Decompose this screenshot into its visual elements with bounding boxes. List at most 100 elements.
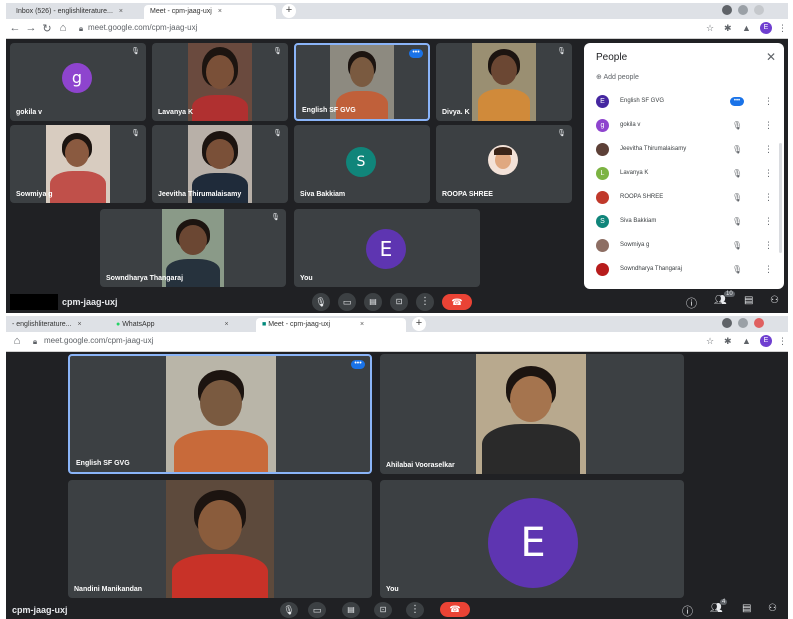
- scrollbar[interactable]: [779, 143, 782, 253]
- participant-tile[interactable]: S Siva Bakkiam: [294, 125, 430, 203]
- mic-off-icon: 🎙︎: [732, 217, 743, 226]
- maximize-icon[interactable]: [738, 5, 748, 15]
- participant-row[interactable]: Sowmiya g 🎙︎ ⋮: [592, 235, 778, 259]
- more-options-icon[interactable]: ⋮: [764, 144, 773, 155]
- star-icon[interactable]: ☆: [706, 336, 714, 347]
- more-options-icon[interactable]: ⋮: [764, 168, 773, 179]
- participant-name: Nandini Manikandan: [74, 586, 143, 593]
- close-icon[interactable]: ×: [360, 321, 364, 328]
- present-button[interactable]: ⊡: [390, 293, 408, 311]
- more-options-icon[interactable]: ⋮: [764, 120, 773, 131]
- close-icon[interactable]: ×: [218, 8, 222, 15]
- more-options-icon[interactable]: ⋮: [764, 264, 773, 275]
- video-feed: [46, 125, 110, 203]
- menu-kebab-icon[interactable]: ⋮: [778, 23, 787, 34]
- star-icon[interactable]: ☆: [706, 23, 714, 34]
- activities-icon[interactable]: ⚇: [768, 603, 777, 614]
- participant-tile[interactable]: g 🎙︎ gokila v: [10, 43, 146, 121]
- tab-meet[interactable]: Meet - cpm-jaag-uxj ×: [144, 5, 276, 19]
- maximize-icon[interactable]: [738, 318, 748, 328]
- leave-call-button[interactable]: ☎: [442, 294, 472, 310]
- more-options-icon[interactable]: •••: [351, 360, 365, 369]
- mic-icon: 🎙︎: [315, 297, 327, 307]
- camera-icon: ▭: [342, 297, 352, 307]
- tab-inbox[interactable]: Inbox (526) - englishliterature... ×: [10, 5, 142, 19]
- activities-icon[interactable]: ⚇: [770, 295, 779, 306]
- participant-tile[interactable]: Nandini Manikandan: [68, 480, 372, 598]
- participant-tile[interactable]: Ahilabai Vooraselkar: [380, 354, 684, 474]
- tab-meet[interactable]: ■ Meet - cpm-jaag-uxj ×: [256, 318, 406, 332]
- participant-tile-active-speaker[interactable]: ••• English SF GVG: [294, 43, 430, 121]
- minimize-icon[interactable]: [722, 5, 732, 15]
- profile-avatar[interactable]: E: [760, 22, 772, 34]
- forward-icon[interactable]: →: [24, 22, 38, 34]
- captions-button[interactable]: ▤: [364, 293, 382, 311]
- participant-row[interactable]: L Lavanya K 🎙︎ ⋮: [592, 163, 778, 187]
- menu-kebab-icon[interactable]: ⋮: [778, 336, 787, 347]
- present-button[interactable]: ⊡: [374, 602, 392, 618]
- mic-toggle-button[interactable]: 🎙︎: [312, 293, 330, 311]
- extension-icon[interactable]: ✱: [724, 336, 732, 347]
- close-icon[interactable]: ✕: [766, 50, 776, 64]
- camera-toggle-button[interactable]: ▭: [338, 293, 356, 311]
- participant-row[interactable]: Sowndharya Thangaraj 🎙︎ ⋮: [592, 259, 778, 283]
- more-options-icon[interactable]: ⋮: [764, 96, 773, 107]
- chat-icon[interactable]: ▤: [742, 603, 751, 614]
- window-close-icon[interactable]: [754, 318, 764, 328]
- close-icon[interactable]: ×: [119, 8, 123, 15]
- drive-icon[interactable]: ▲: [742, 336, 751, 346]
- participant-row[interactable]: E English SF GVG ••• ⋮: [592, 91, 778, 115]
- info-icon[interactable]: ⓘ: [686, 295, 697, 311]
- tab-whatsapp[interactable]: ● WhatsApp ×: [110, 318, 250, 332]
- self-tile[interactable]: E You: [294, 209, 480, 287]
- new-tab-button[interactable]: +: [282, 4, 296, 18]
- tab-inbox[interactable]: - englishliterature... ×: [6, 318, 106, 332]
- more-options-icon[interactable]: •••: [409, 49, 423, 58]
- back-icon[interactable]: ←: [8, 22, 22, 34]
- participant-row[interactable]: Jeevitha Thirumalaisamy 🎙︎ ⋮: [592, 139, 778, 163]
- captions-button[interactable]: ▤: [342, 602, 360, 618]
- participant-row[interactable]: g gokila v 🎙︎ ⋮: [592, 115, 778, 139]
- add-people-label: Add people: [603, 74, 639, 81]
- minimize-icon[interactable]: [722, 318, 732, 328]
- participant-tile[interactable]: 🎙︎ Sowmiya g: [10, 125, 146, 203]
- extension-icon[interactable]: ✱: [724, 23, 732, 34]
- reload-icon[interactable]: ↻: [40, 22, 54, 35]
- participant-count-badge: 10: [724, 291, 735, 297]
- participant-tile[interactable]: 🎙︎ Sowndharya Thangaraj: [100, 209, 286, 287]
- profile-avatar[interactable]: E: [760, 335, 772, 347]
- participant-row[interactable]: S Siva Bakkiam 🎙︎ ⋮: [592, 211, 778, 235]
- home-icon[interactable]: ⌂: [10, 335, 24, 347]
- more-options-button[interactable]: ⋮: [406, 602, 424, 618]
- window-close-icon[interactable]: [754, 5, 764, 15]
- more-options-button[interactable]: ⋮: [416, 293, 434, 311]
- url-text[interactable]: meet.google.com/cpm-jaag-uxj: [88, 23, 197, 32]
- participant-tile[interactable]: 🎙︎ ROOPA SHREE: [436, 125, 572, 203]
- add-people-button[interactable]: ⊕ Add people: [596, 73, 639, 81]
- meet-screenshot-bottom: - englishliterature... × ● WhatsApp × ■ Me…: [6, 316, 788, 619]
- camera-toggle-button[interactable]: ▭: [308, 602, 326, 618]
- participant-tile[interactable]: 🎙︎ Divya. K: [436, 43, 572, 121]
- avatar: [596, 263, 609, 276]
- url-text[interactable]: meet.google.com/cpm-jaag-uxj: [44, 336, 153, 345]
- info-icon[interactable]: ⓘ: [682, 603, 693, 619]
- drive-icon[interactable]: ▲: [742, 23, 751, 33]
- participant-row[interactable]: ROOPA SHREE 🎙︎ ⋮: [592, 187, 778, 211]
- participant-tile[interactable]: 🎙︎ Jeevitha Thirumalaisamy: [152, 125, 288, 203]
- meet-icon: ■: [262, 321, 267, 328]
- more-options-icon[interactable]: ⋮: [764, 192, 773, 203]
- more-options-icon[interactable]: ⋮: [764, 240, 773, 251]
- chat-icon[interactable]: ▤: [744, 295, 753, 306]
- new-tab-button[interactable]: +: [412, 317, 426, 331]
- lock-icon: 🔒︎: [78, 24, 84, 33]
- leave-call-button[interactable]: ☎: [440, 602, 470, 617]
- close-icon[interactable]: ×: [224, 321, 228, 328]
- participant-name: gokila v: [16, 109, 43, 116]
- close-icon[interactable]: ×: [78, 321, 82, 328]
- participant-tile[interactable]: 🎙︎ Lavanya K: [152, 43, 288, 121]
- more-options-icon[interactable]: ⋮: [764, 216, 773, 227]
- participant-tile-active-speaker[interactable]: ••• English SF GVG: [68, 354, 372, 474]
- home-icon[interactable]: ⌂: [56, 22, 70, 34]
- self-tile[interactable]: E You: [380, 480, 684, 598]
- mic-toggle-button[interactable]: 🎙︎: [280, 602, 298, 618]
